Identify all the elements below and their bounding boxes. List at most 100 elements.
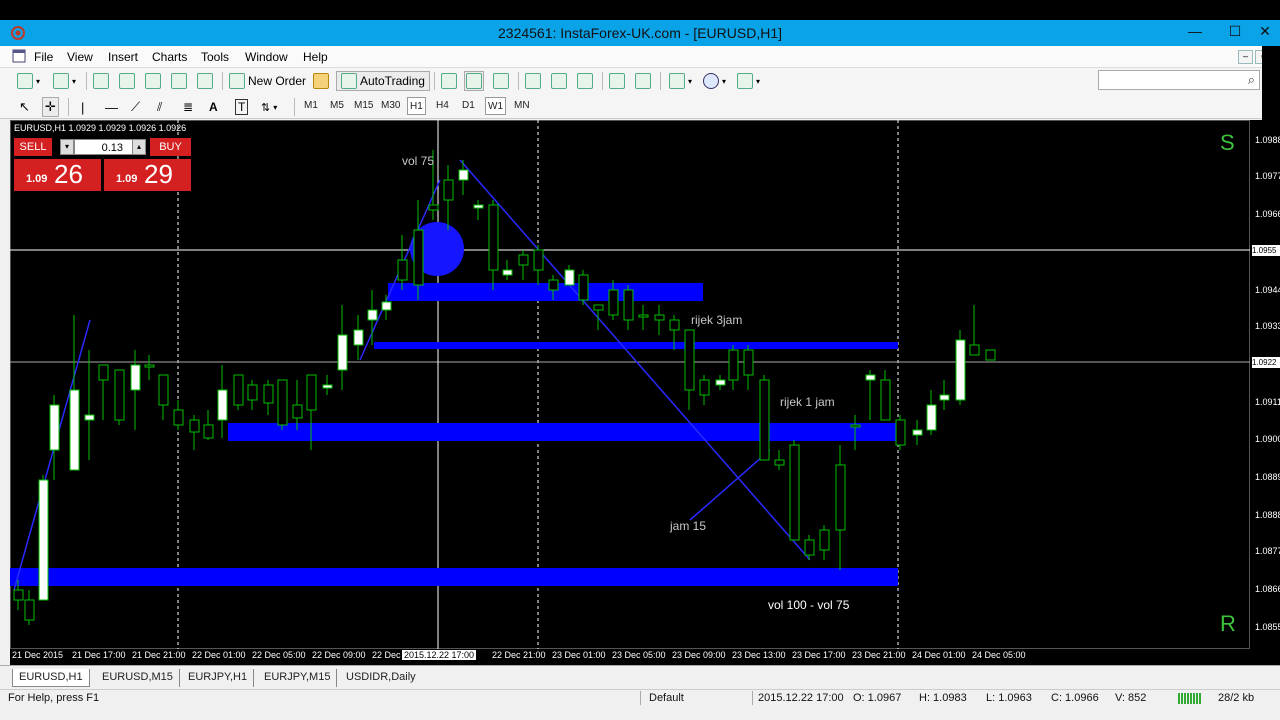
time-tick-label: 22 Dec 05:00 bbox=[252, 650, 306, 660]
auto-scroll-button[interactable] bbox=[608, 71, 626, 91]
zoom-out-button[interactable] bbox=[550, 71, 568, 91]
timeframe-m1[interactable]: M1 bbox=[302, 97, 320, 115]
text-label-button[interactable]: T bbox=[234, 97, 249, 117]
menu-help[interactable]: Help bbox=[303, 50, 328, 64]
connection-bars-icon bbox=[1178, 693, 1202, 704]
candle-body bbox=[337, 334, 348, 371]
timeframe-m30[interactable]: M30 bbox=[379, 97, 402, 115]
vertical-line-button[interactable]: | bbox=[80, 97, 85, 117]
tab-eurusd-h1[interactable]: EURUSD,H1 bbox=[12, 669, 90, 687]
candle-body bbox=[473, 204, 484, 209]
candle-body bbox=[322, 384, 333, 389]
label-jam-15[interactable]: jam 15 bbox=[670, 519, 706, 533]
candle-body bbox=[880, 379, 891, 421]
meta-editor-button[interactable] bbox=[312, 71, 330, 91]
channel-button[interactable]: ⫽ bbox=[156, 97, 163, 117]
crosshair-icon bbox=[119, 73, 135, 89]
chart-canvas[interactable] bbox=[10, 120, 1250, 649]
menu-window[interactable]: Window bbox=[245, 50, 288, 64]
zoom-in-button[interactable] bbox=[524, 71, 542, 91]
templates-button[interactable]: ▾ bbox=[736, 71, 761, 91]
time-tick-label: 23 Dec 21:00 bbox=[852, 650, 906, 660]
search-input[interactable]: ⌕ bbox=[1098, 70, 1260, 90]
close-button[interactable]: ✕ bbox=[1252, 22, 1278, 42]
lot-size-input[interactable]: 0.13 bbox=[74, 139, 138, 155]
cursor-button[interactable]: ↖ bbox=[18, 97, 31, 117]
terminal-button[interactable] bbox=[170, 71, 188, 91]
zone-rijek-1jam[interactable] bbox=[228, 423, 898, 441]
profiles-button[interactable]: ▾ bbox=[52, 71, 77, 91]
new-chart-button[interactable]: ▾ bbox=[16, 71, 41, 91]
demand-zone-lower[interactable] bbox=[10, 568, 898, 586]
menu-tools[interactable]: Tools bbox=[201, 50, 229, 64]
toolbar-separator bbox=[68, 98, 69, 116]
market-watch-button[interactable] bbox=[92, 71, 110, 91]
timeframe-h1[interactable]: H1 bbox=[407, 97, 426, 115]
new-order-button[interactable]: New Order bbox=[228, 71, 307, 91]
line-chart-button[interactable] bbox=[492, 71, 510, 91]
tile-windows-button[interactable] bbox=[576, 71, 594, 91]
candle-body bbox=[458, 169, 469, 181]
current-price-box: 1.0922 bbox=[1252, 357, 1280, 368]
maximize-button[interactable]: ☐ bbox=[1222, 22, 1248, 42]
sell-button[interactable]: SELL bbox=[14, 138, 52, 156]
status-volume: V: 852 bbox=[1115, 692, 1147, 704]
search-icon: ⌕ bbox=[1247, 72, 1255, 87]
time-tick-label: 22 Dec 09:00 bbox=[312, 650, 366, 660]
indicators-button[interactable]: ▾ bbox=[668, 71, 693, 91]
trendline-button[interactable]: ⟋ bbox=[130, 97, 141, 117]
tab-eurjpy-m15[interactable]: EURJPY,M15 bbox=[258, 669, 338, 687]
buy-button[interactable]: BUY bbox=[150, 138, 191, 156]
label-rijek-1jam[interactable]: rijek 1 jam bbox=[780, 395, 835, 409]
toolbar-separator bbox=[434, 72, 435, 90]
sell-price-quote[interactable]: 1.09 26 bbox=[14, 159, 101, 191]
tab-eurusd-m15[interactable]: EURUSD,M15 bbox=[96, 669, 180, 687]
menu-charts[interactable]: Charts bbox=[152, 50, 187, 64]
timeframe-mn[interactable]: MN bbox=[512, 97, 532, 115]
timeframe-m15[interactable]: M15 bbox=[352, 97, 375, 115]
tab-usdidr-daily[interactable]: USDIDR,Daily bbox=[340, 669, 422, 687]
horizontal-line-button[interactable]: — bbox=[104, 97, 119, 117]
tab-eurjpy-h1[interactable]: EURJPY,H1 bbox=[182, 669, 255, 687]
timeframe-m5[interactable]: M5 bbox=[328, 97, 346, 115]
meta-editor-icon bbox=[313, 73, 329, 89]
label-vol-75[interactable]: vol 75 bbox=[402, 154, 434, 168]
arrows-button[interactable]: ⇅ ▾ bbox=[260, 97, 278, 117]
supply-zone-upper[interactable] bbox=[388, 283, 703, 301]
trendline[interactable] bbox=[689, 449, 771, 521]
lot-increase-button[interactable]: ▴ bbox=[132, 139, 146, 155]
label-vol-100-vol-75[interactable]: vol 100 - vol 75 bbox=[768, 598, 849, 612]
menu-insert[interactable]: Insert bbox=[108, 50, 138, 64]
zone-rijek-3jam[interactable] bbox=[374, 342, 898, 349]
timeframe-h4[interactable]: H4 bbox=[434, 97, 451, 115]
candlestick-button[interactable] bbox=[464, 71, 484, 91]
fibonacci-button[interactable]: ≣ bbox=[182, 97, 194, 117]
mdi-minimize-button[interactable]: – bbox=[1238, 50, 1253, 64]
data-window-button[interactable] bbox=[118, 71, 136, 91]
bar-chart-button[interactable] bbox=[440, 71, 458, 91]
timeframe-w1[interactable]: W1 bbox=[485, 97, 506, 115]
strategy-tester-button[interactable] bbox=[196, 71, 214, 91]
periods-button[interactable]: ▾ bbox=[702, 71, 727, 91]
candle-body bbox=[443, 179, 454, 201]
time-tick-label: 23 Dec 17:00 bbox=[792, 650, 846, 660]
buy-price-quote[interactable]: 1.09 29 bbox=[104, 159, 191, 191]
menu-view[interactable]: View bbox=[67, 50, 93, 64]
minimize-button[interactable]: — bbox=[1182, 22, 1208, 42]
timeframe-d1[interactable]: D1 bbox=[460, 97, 477, 115]
label-rijek-3jam[interactable]: rijek 3jam bbox=[691, 313, 742, 327]
trendline[interactable] bbox=[459, 159, 811, 561]
chart-shift-button[interactable] bbox=[634, 71, 652, 91]
one-click-trading-panel: SELL ▾ 0.13 ▴ BUY 1.09 26 1.09 29 bbox=[14, 138, 191, 191]
lot-decrease-button[interactable]: ▾ bbox=[60, 139, 74, 155]
price-tick-label: 1.0966 bbox=[1255, 209, 1280, 219]
title-bar: 2324561: InstaForex-UK.com - [EURUSD,H1]… bbox=[0, 20, 1280, 46]
line-chart-icon bbox=[493, 73, 509, 89]
price-tick-label: 1.0933 bbox=[1255, 321, 1280, 331]
menu-file[interactable]: File bbox=[34, 50, 53, 64]
templates-icon bbox=[737, 73, 753, 89]
text-button[interactable]: A bbox=[208, 97, 219, 117]
navigator-button[interactable] bbox=[144, 71, 162, 91]
crosshair-tool-button[interactable]: ✛ bbox=[42, 97, 59, 117]
auto-trading-button[interactable]: AutoTrading bbox=[336, 71, 430, 91]
